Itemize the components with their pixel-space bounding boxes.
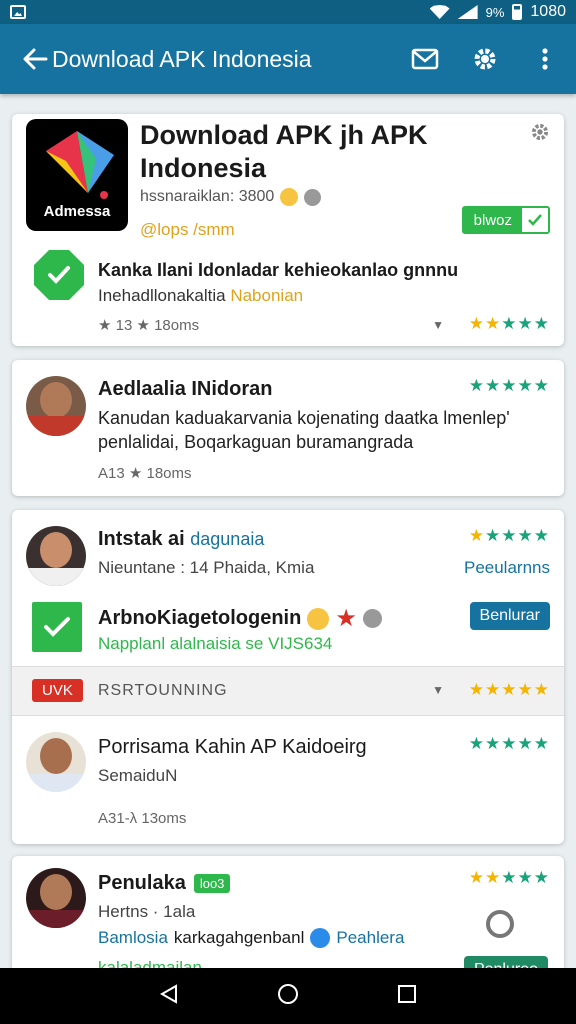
- card-title: Porrisama Kahin AP Kaidoeirg: [98, 736, 367, 758]
- sub-item-button[interactable]: Benlurar: [469, 602, 550, 630]
- settings-gear-icon[interactable]: [470, 44, 500, 74]
- install-button[interactable]: blwoz: [461, 206, 550, 234]
- app-card[interactable]: Intstak ai dagunaia ★★★★★ Nieuntane : 14…: [12, 510, 564, 844]
- clock-icon: [362, 609, 382, 628]
- avatar: [26, 868, 86, 928]
- mail-icon[interactable]: [410, 44, 440, 74]
- featured-app-card[interactable]: Admessa Download APK jh APK Indonesia hs…: [12, 114, 564, 346]
- checkmark-icon: [32, 602, 82, 652]
- rating-stars: ★★★★★: [468, 868, 550, 887]
- status-bar: 9% 1080: [0, 0, 576, 24]
- card-link-text: karkagahgenbanl: [173, 928, 305, 947]
- card-description: Kanudan kaduakarvania kojenating daatka …: [98, 408, 510, 452]
- avatar: [26, 732, 86, 792]
- card-link[interactable]: Bamlosia: [98, 928, 168, 948]
- card-title-link[interactable]: dagunaia: [190, 529, 264, 549]
- signal-icon: [457, 5, 478, 19]
- card-title: Intstak ai: [98, 528, 185, 550]
- cut-off-text: kalaladmailan: [98, 958, 202, 968]
- back-arrow-icon[interactable]: [20, 44, 50, 74]
- status-badge: UVK: [32, 679, 83, 702]
- app-list: Admessa Download APK jh APK Indonesia hs…: [0, 94, 576, 968]
- wifi-icon: [429, 5, 450, 19]
- overflow-menu-icon[interactable]: [530, 44, 560, 74]
- card-badge: loo3: [193, 874, 231, 893]
- battery-icon: [512, 4, 523, 20]
- status-bar-row: UVK RSRTOUNNING ▼ ★★★★★: [12, 666, 564, 716]
- gallery-notification-icon: [10, 5, 26, 19]
- status-time: 1080: [530, 3, 566, 20]
- gear-icon[interactable]: [530, 122, 550, 147]
- app-icon-label: Admessa: [43, 203, 111, 220]
- app-card[interactable]: Aedlaalia INidoran ★★★★★ Kanudan kaduaka…: [12, 360, 564, 496]
- card-meta: A13 ★ 18oms: [98, 465, 192, 482]
- verified-title: Kanka Ilani Idonladar kehieokanlao gnnnu: [98, 260, 459, 280]
- verified-meta: ★ 13 ★ 18oms: [98, 317, 200, 334]
- card-title: Penulaka: [98, 872, 186, 894]
- rating-stars: ★★★★★: [468, 314, 550, 333]
- chevron-down-icon[interactable]: ▼: [432, 683, 444, 697]
- verified-shield-icon: [34, 250, 84, 300]
- emoji-icon: [307, 607, 330, 630]
- card-link-2[interactable]: Peahlera: [336, 928, 404, 948]
- cut-off-button[interactable]: Penlureo: [463, 956, 548, 968]
- install-label: blwoz: [463, 208, 522, 232]
- app-card[interactable]: Penulaka loo3 ★★★★★ Hertns · 1ala Bamlos…: [12, 856, 564, 968]
- card-subtitle: SemaiduN: [98, 766, 178, 785]
- avatar: [26, 526, 86, 586]
- app-subtitle: hssnaraiklan: 3800: [140, 188, 275, 205]
- card-subtitle: Hertns · 1ala: [98, 902, 196, 921]
- checkmark-icon: [522, 208, 548, 232]
- developer-link[interactable]: @lops /smm: [140, 220, 235, 240]
- back-triangle-icon[interactable]: [158, 983, 180, 1010]
- card-title: Aedlaalia INidoran: [98, 378, 273, 400]
- verified-highlight: Nabonian: [230, 286, 304, 305]
- sub-item-title: ArbnoKiagetologenin: [98, 607, 302, 629]
- loading-icon: [486, 910, 514, 938]
- status-label: RSRTOUNNING: [98, 682, 228, 699]
- verified-subtitle: Inehadllonakaltia: [98, 286, 231, 305]
- rating-stars: ★★★★★: [468, 680, 550, 699]
- app-title: Download APK jh APK Indonesia: [140, 120, 428, 183]
- rating-stars: ★★★★★: [468, 526, 550, 545]
- sub-item-subtitle: Napplanl alalnaisia se VIJS634: [98, 634, 333, 653]
- recents-square-icon[interactable]: [396, 983, 418, 1010]
- rating-stars: ★★★★★: [468, 376, 550, 395]
- app-bar-title: Download APK Indonesia: [52, 45, 312, 72]
- card-action-link[interactable]: Peeularnns: [464, 558, 550, 578]
- app-bar: Download APK Indonesia: [0, 24, 576, 94]
- messenger-icon: [310, 928, 331, 948]
- battery-percent: 9%: [485, 4, 505, 20]
- rating-stars: ★★★★★: [468, 734, 550, 753]
- card-meta: A31-λ 13oms: [98, 810, 187, 827]
- home-circle-icon[interactable]: [276, 982, 300, 1011]
- card-subtitle: Nieuntane : 14 Phaida, Kmia: [98, 558, 315, 577]
- smile-emoji-icon: [280, 188, 299, 206]
- clock-icon: [304, 188, 322, 206]
- avatar: [26, 376, 86, 436]
- system-nav-bar: [0, 968, 576, 1024]
- star-badge-icon: ★: [335, 605, 357, 632]
- chevron-down-icon[interactable]: ▼: [432, 318, 444, 332]
- app-icon: Admessa: [26, 119, 128, 231]
